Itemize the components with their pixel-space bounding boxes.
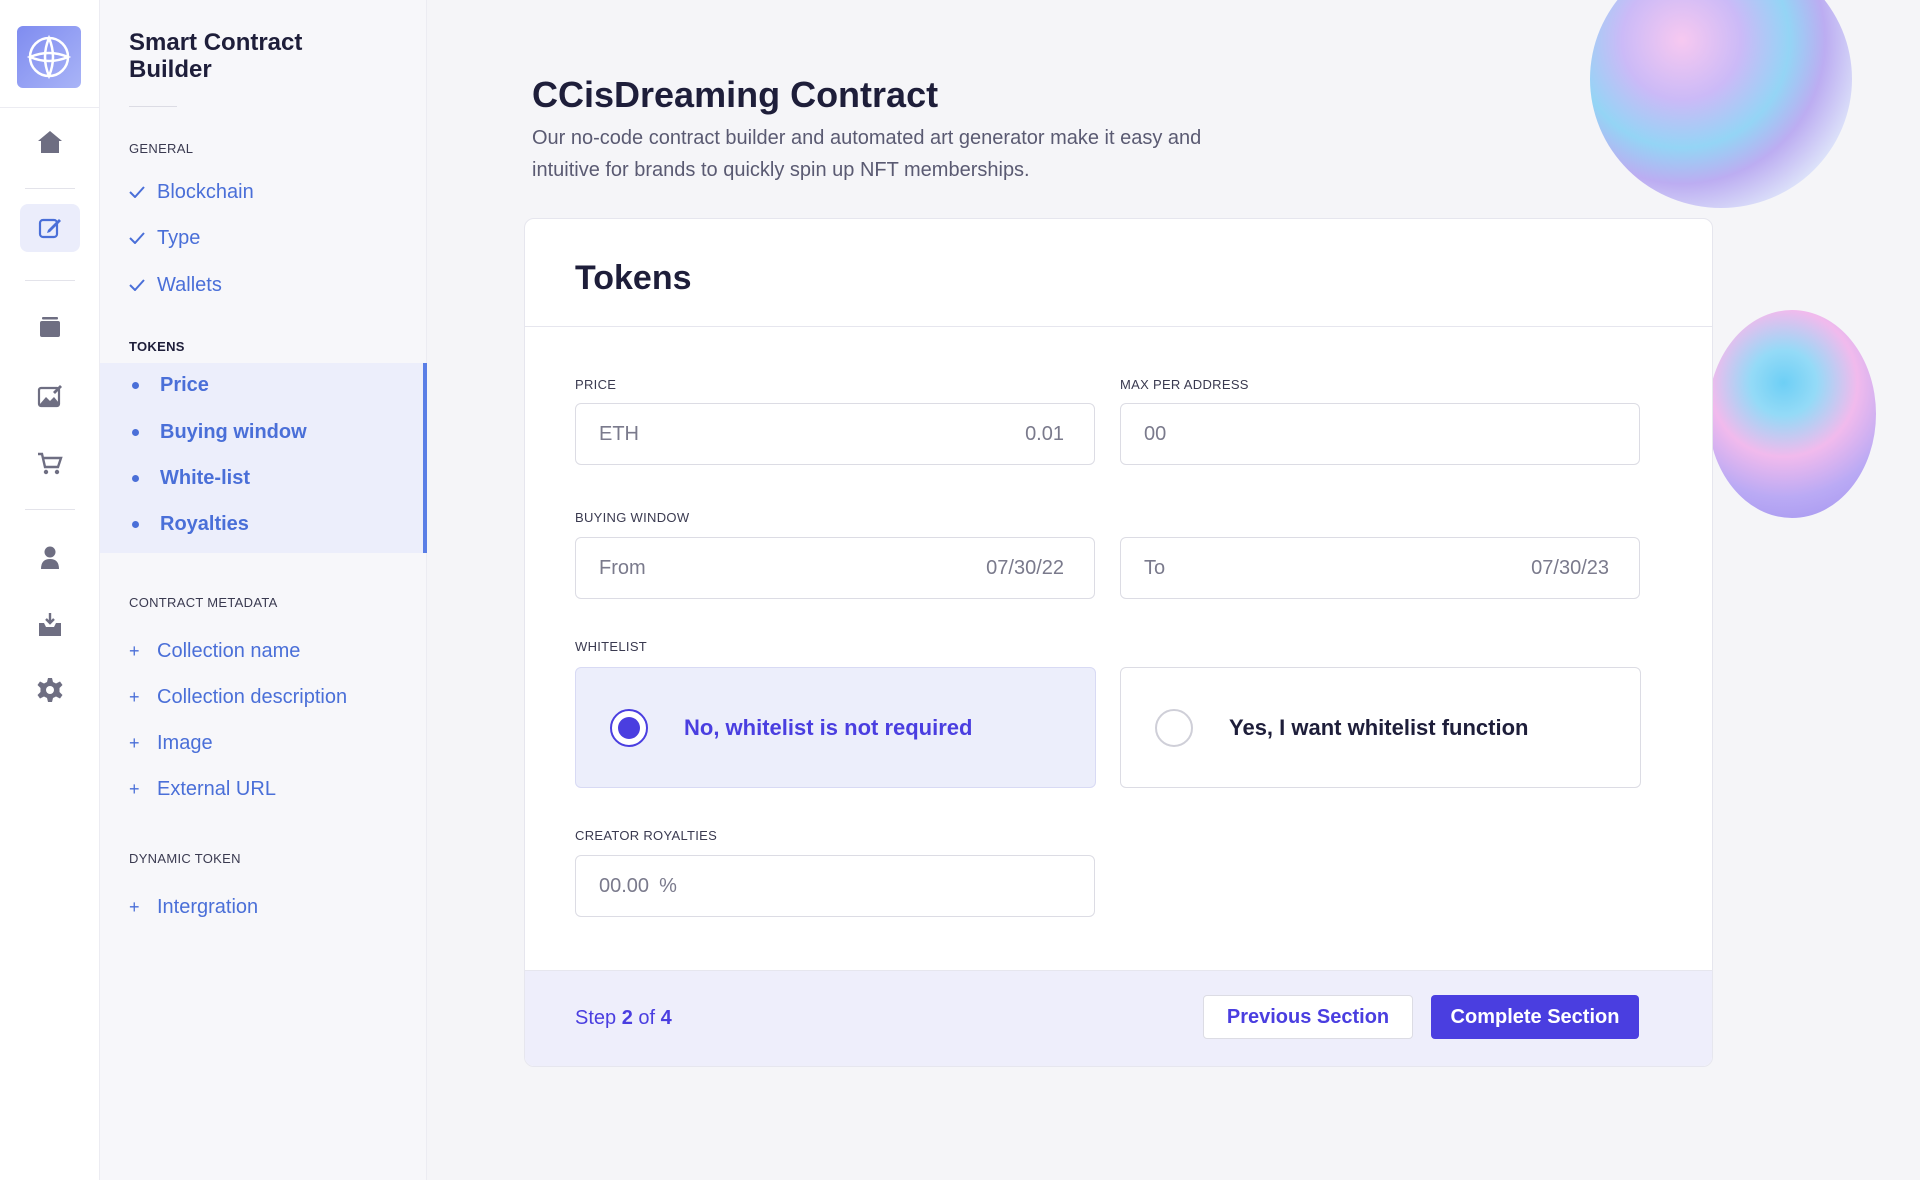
whitelist-option-no-label: No, whitelist is not required (684, 714, 973, 740)
step-item-intergration[interactable]: + Intergration (100, 887, 427, 927)
step-item-label: External URL (157, 777, 276, 800)
decorative-orb (1708, 310, 1876, 518)
sidebar-title: Smart Contract Builder (129, 29, 303, 83)
radio-unselected-icon[interactable] (1155, 708, 1193, 747)
plus-icon: + (129, 896, 140, 917)
buying-window-to-input[interactable]: To 07/30/23 (1120, 537, 1640, 599)
step-item-label: Collection name (157, 639, 301, 662)
icon-rail (0, 0, 100, 1180)
home-icon[interactable] (20, 118, 80, 166)
page-title: CCisDreaming Contract (532, 74, 939, 115)
card-title: Tokens (575, 259, 692, 297)
steps-sidebar: Smart Contract Builder GENERAL Blockchai… (100, 0, 427, 1180)
section-heading-general: GENERAL (129, 141, 194, 156)
step-item-label: Royalties (160, 512, 249, 535)
royalties-unit: % (659, 874, 677, 897)
tokens-card: Tokens PRICE ETH 0.01 MAX PER ADDRESS 00… (524, 218, 1713, 1067)
check-icon (129, 228, 157, 249)
max-per-address-label: MAX PER ADDRESS (1120, 377, 1249, 392)
step-item-collection-description[interactable]: + Collection description (100, 677, 427, 717)
decorative-orb (1590, 0, 1852, 208)
plus-icon: + (129, 778, 140, 799)
card-footer: Step 2 of 4 Previous Section Complete Se… (525, 970, 1712, 1066)
price-value: 0.01 (1025, 422, 1064, 445)
step-of: of (638, 1007, 656, 1029)
section-heading-tokens: TOKENS (129, 339, 185, 354)
step-item-buying-window[interactable]: Buying window (100, 412, 427, 452)
step-item-collection-name[interactable]: + Collection name (100, 631, 427, 671)
max-per-address-input[interactable]: 00 (1120, 403, 1640, 465)
rail-divider (25, 509, 75, 510)
step-counter: Step 2 of 4 (575, 1007, 672, 1030)
step-item-label: Blockchain (157, 180, 254, 203)
whitelist-option-no[interactable]: No, whitelist is not required (575, 667, 1096, 788)
buying-window-from-input[interactable]: From 07/30/22 (575, 537, 1095, 599)
card-divider (525, 326, 1712, 327)
step-item-label: Wallets (157, 273, 222, 296)
layers-icon[interactable] (20, 303, 80, 351)
creator-royalties-input[interactable]: 00.00 % (575, 855, 1095, 917)
step-item-label: Buying window (160, 420, 307, 443)
app-logo-icon[interactable] (17, 26, 81, 88)
step-item-external-url[interactable]: + External URL (100, 769, 427, 809)
step-item-price[interactable]: Price (100, 365, 427, 405)
whitelist-option-yes-label: Yes, I want whitelist function (1229, 714, 1529, 740)
page-description: Our no-code contract builder and automat… (532, 127, 1202, 181)
check-icon (129, 275, 157, 296)
step-item-image[interactable]: + Image (100, 723, 427, 763)
step-item-label: Type (157, 226, 201, 249)
plus-icon: + (129, 732, 140, 753)
check-icon (129, 182, 157, 203)
step-item-white-list[interactable]: White-list (100, 458, 427, 498)
step-item-label: Image (157, 731, 213, 754)
step-item-wallets[interactable]: Wallets (100, 265, 427, 305)
step-item-label: Collection description (157, 685, 348, 708)
creator-royalties-label: CREATOR ROYALTIES (575, 828, 718, 843)
cart-icon[interactable] (20, 440, 80, 488)
inbox-download-icon[interactable] (20, 601, 80, 649)
gallery-icon[interactable] (20, 372, 80, 420)
bullet-icon (132, 428, 139, 436)
to-date: 07/30/23 (1531, 556, 1609, 579)
rail-divider (25, 280, 75, 281)
step-item-label: Price (160, 373, 209, 396)
step-item-blockchain[interactable]: Blockchain (100, 172, 427, 212)
step-item-type[interactable]: Type (100, 218, 427, 258)
from-label: From (599, 556, 646, 579)
to-label: To (1144, 556, 1166, 579)
plus-icon: + (129, 686, 140, 707)
rail-divider (25, 188, 75, 189)
bullet-icon (132, 520, 139, 528)
step-item-label: Intergration (157, 895, 259, 918)
whitelist-option-yes[interactable]: Yes, I want whitelist function (1120, 667, 1641, 788)
price-currency: ETH (599, 422, 639, 445)
bullet-icon (132, 381, 139, 389)
max-per-address-placeholder: 00 (1144, 422, 1167, 445)
edit-icon[interactable] (20, 204, 80, 252)
title-divider (129, 106, 177, 107)
bullet-icon (132, 474, 139, 482)
price-label: PRICE (575, 377, 617, 392)
whitelist-label: WHITELIST (575, 639, 648, 654)
royalties-placeholder: 00.00 (599, 874, 650, 897)
user-icon[interactable] (20, 534, 80, 582)
radio-selected-icon[interactable] (610, 708, 648, 747)
step-item-label: White-list (160, 466, 250, 489)
step-total: 4 (660, 1007, 672, 1029)
section-heading-dynamic-token: DYNAMIC TOKEN (129, 851, 241, 866)
step-item-royalties[interactable]: Royalties (100, 504, 427, 544)
rail-divider (0, 107, 100, 108)
gear-icon[interactable] (20, 666, 80, 714)
from-date: 07/30/22 (986, 556, 1064, 579)
step-word: Step (575, 1007, 617, 1029)
previous-section-button[interactable]: Previous Section (1203, 995, 1413, 1039)
buying-window-label: BUYING WINDOW (575, 510, 690, 525)
plus-icon: + (129, 640, 140, 661)
section-heading-contract-metadata: CONTRACT METADATA (129, 595, 278, 610)
complete-section-button[interactable]: Complete Section (1431, 995, 1639, 1039)
step-current: 2 (621, 1007, 633, 1029)
price-input[interactable]: ETH 0.01 (575, 403, 1095, 465)
